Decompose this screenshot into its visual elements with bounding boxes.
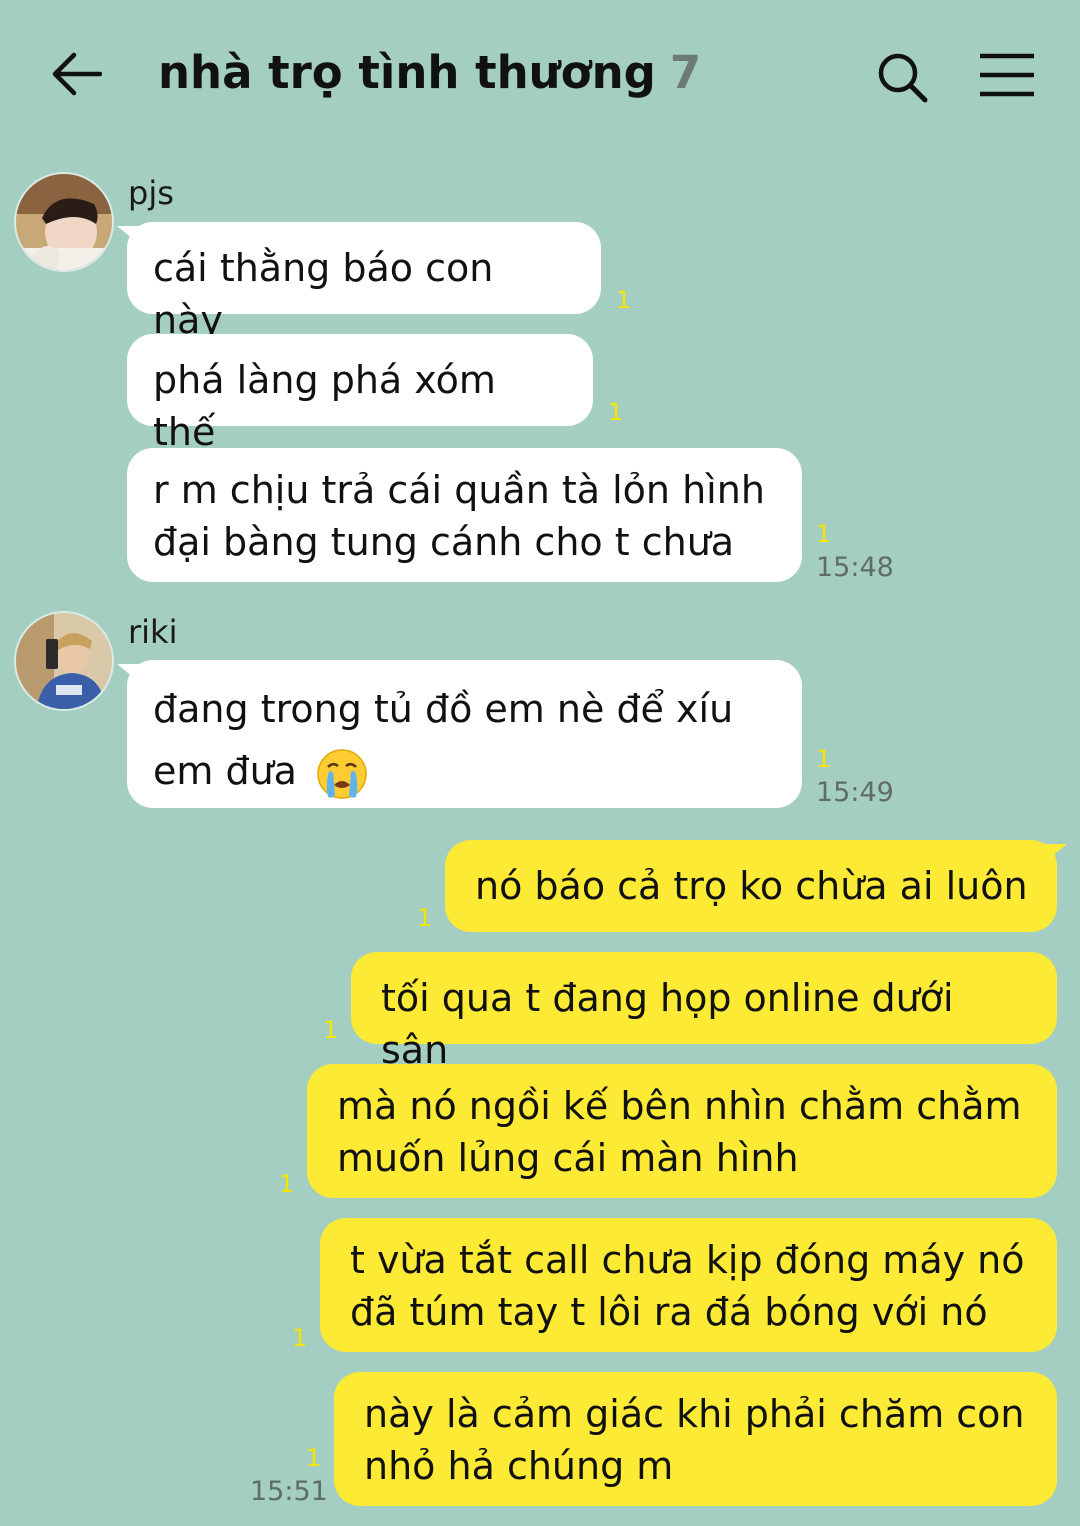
sender-name-pjs: pjs [128, 174, 174, 212]
message-bubble-incoming[interactable]: cái thằng báo con này [117, 222, 601, 342]
message-timestamp: 15:49 [816, 777, 894, 808]
read-count: 1 [323, 1016, 339, 1044]
read-count: 1 [816, 745, 832, 773]
message-text-line: nhỏ hả chúng m [364, 1444, 674, 1488]
chat-header: nhà trọ tình thương 7 [0, 0, 1080, 150]
chat-title[interactable]: nhà trọ tình thương 7 [158, 46, 701, 99]
message-bubble-incoming[interactable]: phá làng phá xóm thế [127, 334, 593, 454]
message-text-line: này là cảm giác khi phải chăm con [364, 1392, 1025, 1436]
message-bubble-outgoing[interactable]: mà nó ngồi kế bên nhìn chằm chằm muốn lủ… [307, 1064, 1057, 1198]
avatar-pjs-image [16, 174, 112, 270]
message-text: phá làng phá xóm thế [153, 358, 496, 454]
message-text-line: t vừa tắt call chưa kịp đóng máy nó [350, 1238, 1025, 1282]
message-text-line: mà nó ngồi kế bên nhìn chằm chằm [337, 1084, 1022, 1128]
member-count: 7 [669, 46, 702, 99]
read-count: 1 [608, 398, 624, 426]
message-text-line: r m chịu trả cái quần tà lỏn hình [153, 468, 765, 512]
crying-face-emoji-icon [317, 748, 367, 799]
message-text-line: đã túm tay t lôi ra đá bóng với nó [350, 1290, 988, 1334]
message-bubble-outgoing[interactable]: này là cảm giác khi phải chăm con nhỏ hả… [334, 1372, 1057, 1506]
message-text: nó báo cả trọ ko chừa ai luôn [475, 864, 1028, 908]
arrow-left-icon[interactable] [50, 50, 102, 98]
avatar-riki[interactable] [14, 611, 114, 711]
read-count: 1 [292, 1324, 308, 1352]
message-text-line: muốn lủng cái màn hình [337, 1136, 799, 1180]
avatar-pjs[interactable] [14, 172, 114, 272]
message-text: em đưa [153, 749, 297, 793]
message-bubble-outgoing[interactable]: nó báo cả trọ ko chừa ai luôn [445, 840, 1067, 932]
search-icon[interactable] [875, 50, 929, 104]
message-timestamp: 15:51 [250, 1476, 328, 1507]
hamburger-menu-icon[interactable] [978, 52, 1036, 98]
message-text: tối qua t đang họp online dưới sân [381, 976, 954, 1072]
message-bubble-outgoing[interactable]: tối qua t đang họp online dưới sân [351, 952, 1057, 1072]
message-bubble-incoming[interactable]: r m chịu trả cái quần tà lỏn hình đại bà… [127, 448, 802, 582]
message-text-line: đại bàng tung cánh cho t chưa [153, 520, 735, 564]
message-timestamp: 15:48 [816, 552, 894, 583]
chat-title-text: nhà trọ tình thương [158, 46, 656, 99]
message-bubble-incoming[interactable]: đang trong tủ đồ em nè để xíu em đưa [117, 660, 802, 808]
sender-name-riki: riki [128, 613, 178, 651]
message-text-line: em đưa [153, 740, 776, 802]
read-count: 1 [616, 286, 632, 314]
read-count: 1 [279, 1170, 295, 1198]
read-count: 1 [816, 520, 832, 548]
avatar-riki-image [16, 613, 112, 709]
read-count: 1 [306, 1444, 322, 1472]
message-text-line: đang trong tủ đồ em nè để xíu [153, 687, 734, 731]
message-bubble-outgoing[interactable]: t vừa tắt call chưa kịp đóng máy nó đã t… [320, 1218, 1057, 1352]
read-count: 1 [417, 904, 433, 932]
message-text: cái thằng báo con này [153, 246, 494, 342]
